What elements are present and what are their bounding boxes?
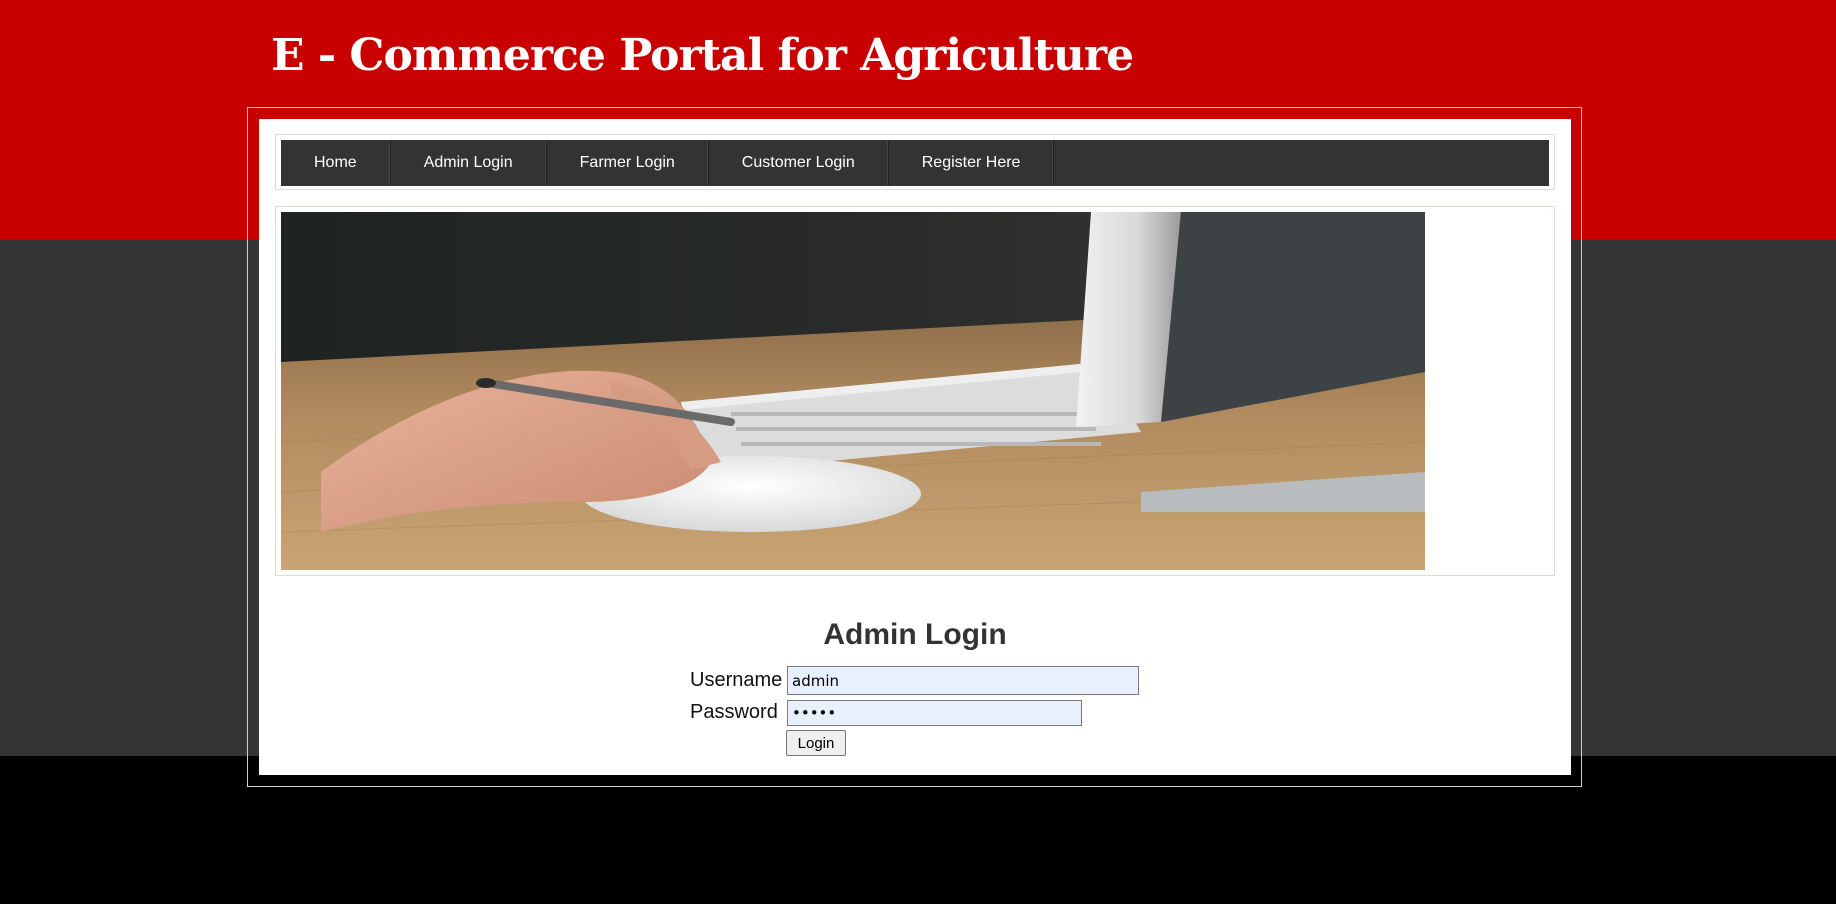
nav-item-register-here[interactable]: Register Here <box>889 140 1055 186</box>
username-input[interactable] <box>787 666 1139 695</box>
nav-bar: Home Admin Login Farmer Login Customer L… <box>281 140 1549 186</box>
nav-item-home[interactable]: Home <box>281 140 391 186</box>
site-title: E - Commerce Portal for Agriculture <box>271 30 1134 81</box>
nav-wrapper: Home Admin Login Farmer Login Customer L… <box>275 134 1555 190</box>
login-title: Admin Login <box>823 618 1007 651</box>
nav-item-customer-login[interactable]: Customer Login <box>709 140 889 186</box>
page-container: Home Admin Login Farmer Login Customer L… <box>259 119 1571 775</box>
login-button[interactable]: Login <box>786 730 846 756</box>
nav-item-admin-login[interactable]: Admin Login <box>391 140 547 186</box>
username-label: Username <box>690 669 783 691</box>
nav-item-farmer-login[interactable]: Farmer Login <box>547 140 709 186</box>
banner-wrapper <box>275 206 1555 576</box>
banner-image <box>281 212 1425 570</box>
banner-photo <box>281 212 1425 570</box>
password-label: Password <box>690 701 778 723</box>
password-input[interactable] <box>787 700 1082 726</box>
